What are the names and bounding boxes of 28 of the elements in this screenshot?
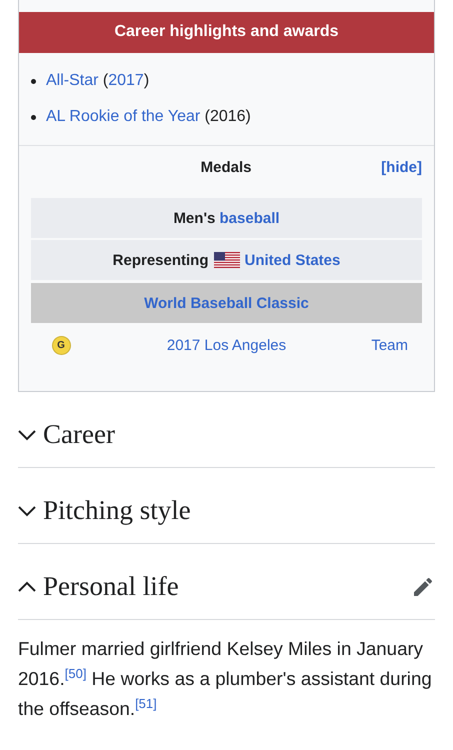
bullet (31, 79, 36, 84)
flag-icon (214, 252, 240, 268)
sport-link[interactable]: baseball (220, 210, 280, 226)
competition-link[interactable]: World Baseball Classic (144, 294, 309, 312)
body-paragraph: Fulmer married girlfriend Kelsey Miles in January 2016.$^{[50]}$ He works as a plumber's assistant during the offseason.$^{[51]}$ (18, 637, 433, 721)
award-link[interactable]: 2017 (108, 72, 144, 89)
medal-badge: G (52, 336, 70, 354)
hide-link[interactable]: [hide] (381, 158, 422, 176)
bullet (31, 115, 36, 120)
citation-link[interactable]: [50] (64, 666, 86, 681)
citation-link[interactable]: [51] (135, 696, 157, 711)
chevron-up-icon[interactable] (18, 580, 36, 592)
award-item: All-Star (2017) (46, 72, 150, 89)
infobox-header: Career highlights and awards (19, 12, 434, 53)
representing-label: Representing (112, 252, 208, 268)
category-link[interactable]: Team (362, 336, 422, 354)
medals-title: Medals (200, 158, 253, 176)
section-heading[interactable]: Personal life (43, 571, 411, 602)
section-heading[interactable]: Career (43, 419, 435, 450)
award-link[interactable]: AL Rookie of the Year (46, 108, 200, 125)
country-link[interactable]: United States (244, 252, 340, 268)
chevron-down-icon[interactable] (18, 504, 36, 516)
award-item: AL Rookie of the Year (2016) (46, 108, 251, 125)
award-link[interactable]: All-Star (46, 72, 98, 89)
chevron-down-icon[interactable] (18, 428, 36, 440)
section-heading[interactable]: Pitching style (43, 495, 435, 526)
event-link[interactable]: 2017 Los Angeles (91, 336, 362, 354)
sport-label: Men's baseball (173, 210, 280, 226)
